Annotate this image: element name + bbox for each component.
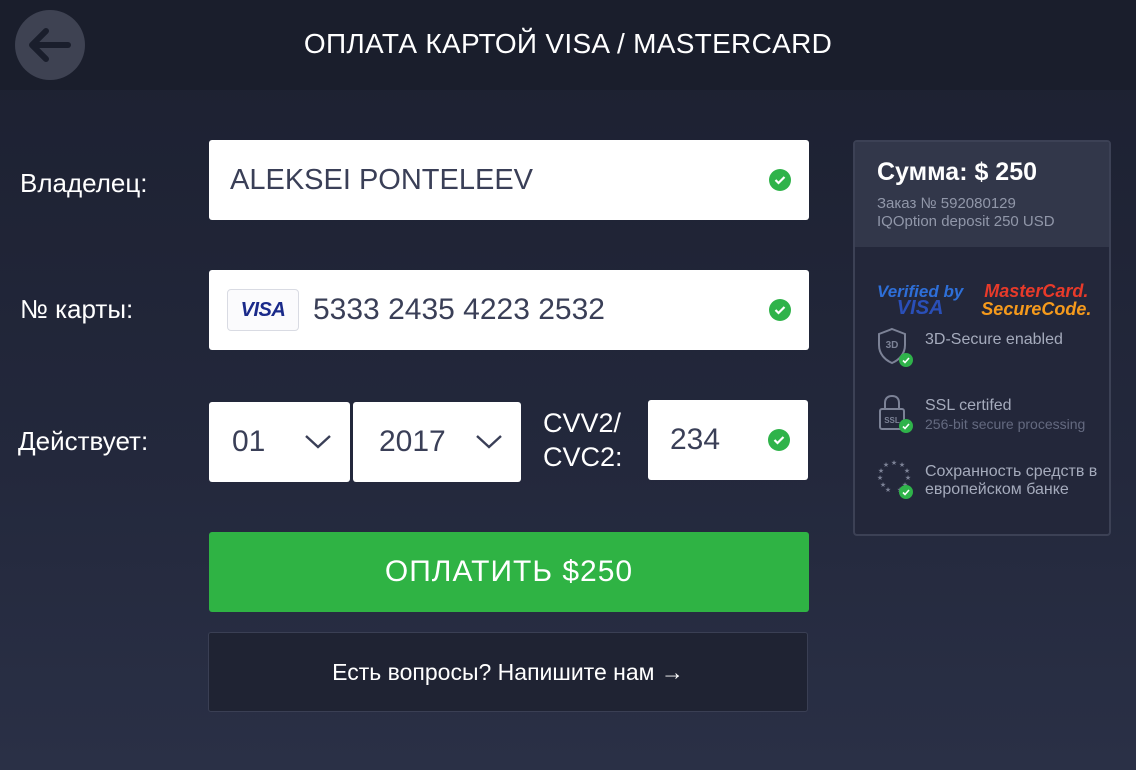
security-brands: Verified by VISA MasterCard. SecureCode. — [855, 247, 1109, 327]
contact-us-button[interactable]: Есть вопросы? Напишите нам → — [208, 632, 808, 712]
order-number: Заказ № 592080129 — [877, 195, 1016, 212]
feature-3d-secure: 3D 3D-Secure enabled — [855, 327, 1109, 393]
pay-button[interactable]: ОПЛАТИТЬ $250 — [209, 532, 809, 612]
card-brand-label: VISA — [240, 298, 286, 321]
svg-text:SSL: SSL — [884, 416, 900, 425]
order-description: IQOption deposit 250 USD — [877, 213, 1055, 230]
owner-field[interactable]: ALEKSEI PONTELEEV — [209, 140, 809, 220]
chevron-down-icon — [305, 435, 331, 449]
expiry-label: Действует: — [18, 426, 149, 456]
visa-card-icon: VISA — [227, 289, 299, 331]
feature-ssl-title: SSL certifed — [925, 397, 1012, 414]
cvv-label-line1: CVV2/ — [543, 408, 622, 438]
check-icon — [899, 485, 913, 499]
expiry-month-select[interactable]: 01 — [209, 402, 350, 482]
card-number-value: 5333 2435 4223 2532 — [313, 293, 605, 326]
expiry-year-select[interactable]: 2017 — [353, 402, 521, 482]
feature-ssl-text: SSL certifed 256-bit secure processing — [925, 393, 1085, 433]
svg-text:★: ★ — [883, 461, 889, 469]
shield-3d-icon: 3D — [877, 327, 913, 367]
feature-eu-bank-text: Сохранность средств в европейском банке — [925, 463, 1098, 498]
svg-text:3D: 3D — [886, 340, 899, 351]
verified-by-visa-logo: Verified by VISA — [877, 283, 963, 319]
svg-text:★: ★ — [904, 467, 910, 475]
expiry-year-value: 2017 — [379, 425, 446, 458]
vbv-line2: VISA — [896, 297, 944, 319]
svg-text:★: ★ — [880, 481, 886, 489]
mc-line1: MasterCard. — [984, 281, 1089, 301]
svg-text:★: ★ — [891, 459, 897, 467]
owner-label: Владелец: — [20, 168, 148, 198]
feature-3d-secure-text: 3D-Secure enabled — [925, 331, 1063, 348]
owner-value: ALEKSEI PONTELEEV — [230, 163, 534, 196]
feature-ssl-subtitle: 256-bit secure processing — [925, 416, 1086, 432]
valid-check-icon — [769, 299, 791, 321]
valid-check-icon — [768, 429, 790, 451]
check-icon — [899, 353, 913, 367]
valid-check-icon — [769, 169, 791, 191]
mastercard-securecode-logo: MasterCard. SecureCode. — [981, 282, 1091, 318]
cvv-label-line2: CVC2: — [543, 442, 623, 472]
cvv-field[interactable]: 234 — [648, 400, 808, 480]
card-label: № карты: — [20, 294, 134, 324]
expiry-month-value: 01 — [232, 425, 266, 458]
chevron-down-icon — [476, 435, 502, 449]
ssl-lock-icon: SSL — [877, 393, 913, 433]
feature-ssl: SSL SSL certifed 256-bit secure processi… — [855, 393, 1109, 459]
order-summary-header: Сумма: $ 250 Заказ № 592080129 IQOption … — [855, 142, 1109, 247]
cvv-value: 234 — [670, 423, 721, 456]
card-number-field[interactable]: VISA 5333 2435 4223 2532 — [209, 270, 809, 350]
order-sum: Сумма: $ 250 — [877, 158, 1038, 186]
feature-eu-bank: ★★★ ★★★ ★★★ ★★ Сохранность средств в евр… — [855, 459, 1109, 525]
svg-text:★: ★ — [877, 474, 883, 482]
cvv-label: CVV2/ CVC2: — [543, 406, 623, 474]
order-summary-panel: Сумма: $ 250 Заказ № 592080129 IQOption … — [853, 140, 1111, 536]
mc-line2: SecureCode. — [981, 299, 1092, 319]
check-icon — [899, 419, 913, 433]
svg-text:★: ★ — [905, 474, 911, 482]
eu-stars-icon: ★★★ ★★★ ★★★ ★★ — [877, 459, 913, 499]
page-title: ОПЛАТА КАРТОЙ VISA / MASTERCARD — [303, 28, 833, 59]
header-bar: ОПЛАТА КАРТОЙ VISA / MASTERCARD — [0, 0, 1136, 90]
